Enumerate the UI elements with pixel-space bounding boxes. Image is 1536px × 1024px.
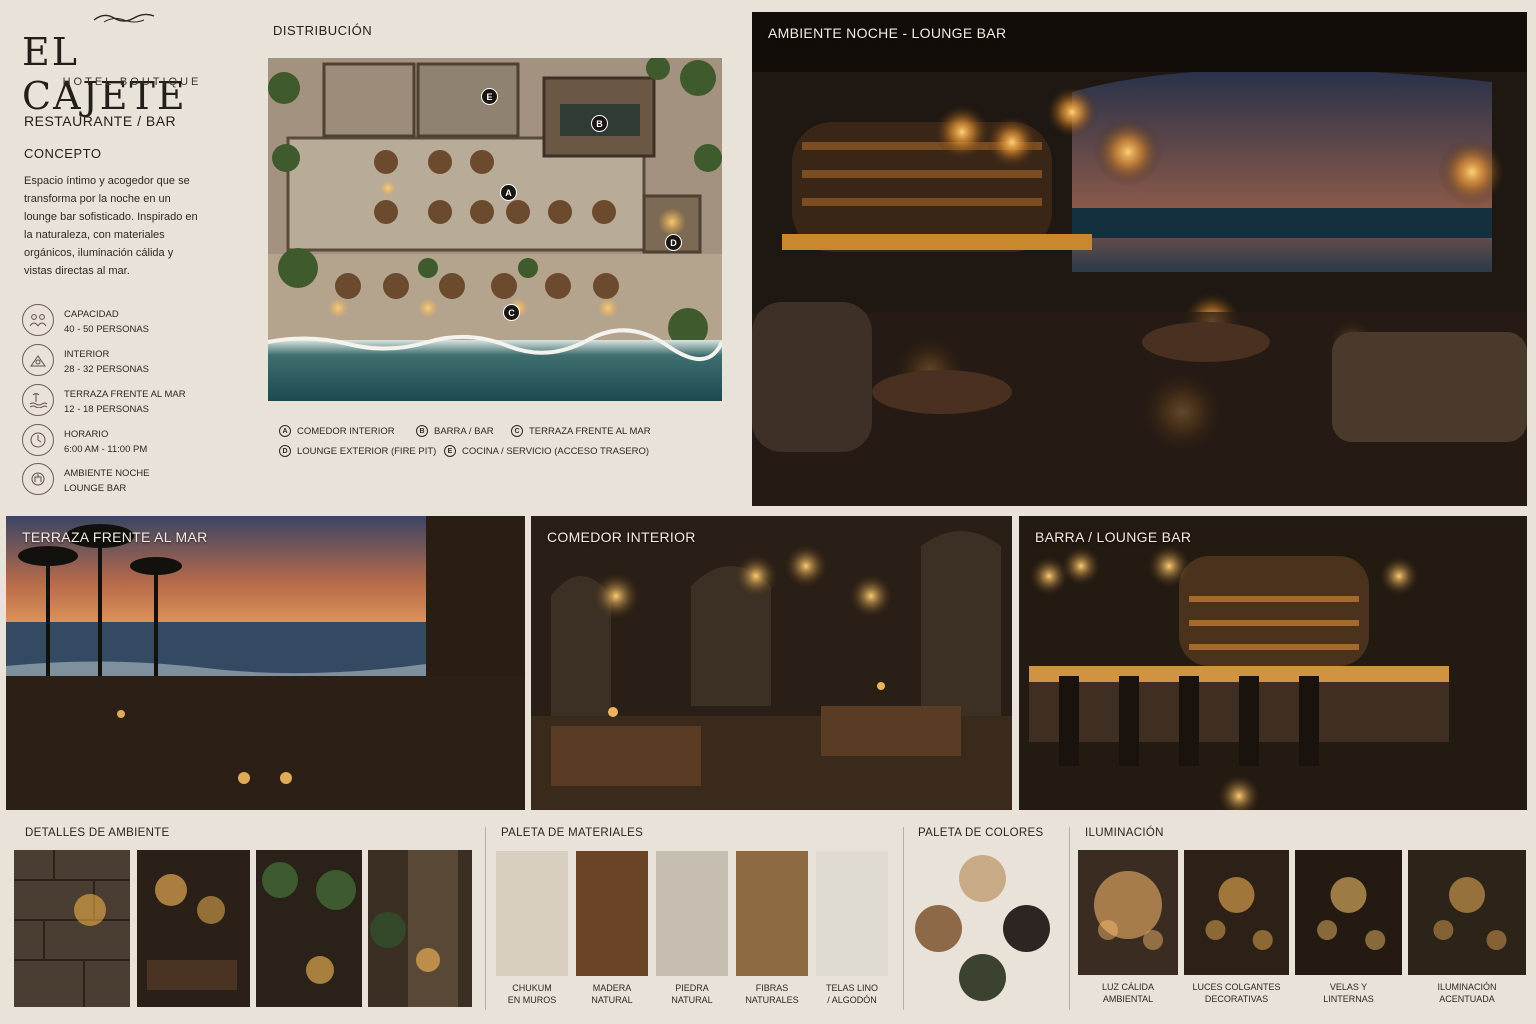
brand-name: EL CAJETE bbox=[22, 30, 187, 118]
spec-label: CAPACIDAD bbox=[64, 309, 119, 320]
materials-title: PALETA DE MATERIALES bbox=[501, 827, 644, 839]
legend-item-b: B BARRA / BAR bbox=[416, 425, 494, 437]
material-swatch bbox=[816, 851, 888, 976]
plan-marker-d: D bbox=[665, 234, 682, 251]
spec-label: INTERIOR bbox=[64, 349, 110, 360]
color-swatch bbox=[959, 954, 1006, 1001]
materials-list: CHUKUM EN MUROS MADERA NATURAL PIEDRA NATURAL… bbox=[496, 851, 888, 1011]
details-title: DETALLES DE AMBIENTE bbox=[25, 827, 170, 839]
photo-caption: TERRAZA FRENTE AL MAR bbox=[22, 529, 208, 545]
plan-legend: A COMEDOR INTERIOR B BARRA / BAR C TERRAZA … bbox=[279, 425, 719, 461]
photo-bar: BARRA / LOUNGE BAR bbox=[1019, 516, 1527, 810]
spec-value: 40 - 50 PERSONAS bbox=[64, 324, 150, 335]
color-swatch bbox=[959, 855, 1006, 902]
lighting-thumb bbox=[1184, 850, 1289, 975]
lighting-label: VELAS Y LINTERNAS bbox=[1323, 982, 1374, 1004]
spec-hours: HORARIO 6:00 AM - 11:00 PM bbox=[22, 424, 222, 456]
lighting-thumb bbox=[1408, 850, 1526, 975]
detail-thumb bbox=[137, 850, 250, 1007]
spec-interior: INTERIOR 28 - 32 PERSONAS bbox=[22, 344, 222, 376]
lighting-label: LUCES COLGANTES DECORATIVAS bbox=[1192, 982, 1281, 1004]
divider bbox=[903, 827, 904, 1010]
detail-thumb bbox=[14, 850, 130, 1007]
color-palette bbox=[912, 850, 1058, 1002]
logo-waves-icon bbox=[93, 13, 155, 23]
spec-value: 28 - 32 PERSONAS bbox=[64, 364, 150, 375]
color-swatch bbox=[915, 905, 962, 952]
plan-title: DISTRIBUCIÓN bbox=[273, 23, 373, 38]
detail-thumb bbox=[256, 850, 362, 1007]
spec-value: LOUNGE BAR bbox=[64, 483, 127, 494]
divider bbox=[1069, 827, 1070, 1010]
detail-thumb bbox=[368, 850, 472, 1007]
color-swatch bbox=[1003, 905, 1050, 952]
material-swatch bbox=[576, 851, 648, 976]
spec-label: AMBIENTE NOCHE bbox=[64, 468, 150, 479]
material-swatch bbox=[656, 851, 728, 976]
material-label: PIEDRA NATURAL bbox=[671, 983, 713, 1005]
brand-tagline: HOTEL BOUTIQUE bbox=[62, 76, 202, 88]
divider bbox=[485, 827, 486, 1010]
lighting-thumb bbox=[1078, 850, 1178, 975]
lighting-thumb bbox=[1295, 850, 1402, 975]
lighting-label: LUZ CÁLIDA AMBIENTAL bbox=[1101, 982, 1154, 1004]
photo-caption: COMEDOR INTERIOR bbox=[547, 529, 696, 545]
spec-night: AMBIENTE NOCHE LOUNGE BAR bbox=[22, 463, 222, 495]
colors-title: PALETA DE COLORES bbox=[918, 827, 1044, 839]
material-label: TELAS LINO / ALGODÓN bbox=[825, 983, 879, 1005]
photo-dining: COMEDOR INTERIOR bbox=[531, 516, 1012, 810]
spec-label: HORARIO bbox=[64, 429, 109, 440]
material-label: FIBRAS NATURALES bbox=[745, 983, 799, 1005]
spec-capacity: CAPACIDAD 40 - 50 PERSONAS bbox=[22, 304, 222, 336]
plan-marker-b: B bbox=[591, 115, 608, 132]
sea-terrace-icon bbox=[22, 384, 54, 416]
spec-terrace: TERRAZA FRENTE AL MAR 12 - 18 PERSONAS bbox=[22, 384, 222, 416]
lighting-list: LUZ CÁLIDA AMBIENTAL LUCES COLGANTES DECOR… bbox=[1078, 850, 1526, 1010]
plan-marker-e: E bbox=[481, 88, 498, 105]
concept-text: Espacio íntimo y acogedor que se transfo… bbox=[24, 175, 198, 277]
people-icon bbox=[22, 304, 54, 336]
section-title: RESTAURANTE / BAR bbox=[24, 113, 177, 129]
legend-item-e: E COCINA / SERVICIO (ACCESO TRASERO) bbox=[444, 445, 649, 457]
floor-plan: E B A D C bbox=[268, 58, 722, 401]
spec-value: 6:00 AM - 11:00 PM bbox=[64, 444, 148, 455]
spec-value: 12 - 18 PERSONAS bbox=[64, 404, 150, 415]
material-label: CHUKUM EN MUROS bbox=[507, 983, 557, 1005]
clock-icon bbox=[22, 424, 54, 456]
concept-title: CONCEPTO bbox=[24, 146, 102, 161]
lounge-icon bbox=[22, 463, 54, 495]
material-swatch bbox=[496, 851, 568, 976]
photo-terrace: TERRAZA FRENTE AL MAR bbox=[6, 516, 525, 810]
legend-item-a: A COMEDOR INTERIOR bbox=[279, 425, 395, 437]
plan-marker-a: A bbox=[500, 184, 517, 201]
legend-item-d: D LOUNGE EXTERIOR (FIRE PIT) bbox=[279, 445, 436, 457]
photo-caption: AMBIENTE NOCHE - LOUNGE BAR bbox=[768, 25, 1007, 41]
spec-label: TERRAZA FRENTE AL MAR bbox=[64, 389, 186, 400]
material-swatch bbox=[736, 851, 808, 976]
plan-marker-c: C bbox=[503, 304, 520, 321]
legend-item-c: C TERRAZA FRENTE AL MAR bbox=[511, 425, 651, 437]
interior-icon bbox=[22, 344, 54, 376]
photo-lounge-bar: AMBIENTE NOCHE - LOUNGE BAR bbox=[752, 12, 1527, 506]
lighting-label: ILUMINACIÓN ACENTUADA bbox=[1437, 982, 1497, 1004]
lighting-title: ILUMINACIÓN bbox=[1085, 827, 1164, 839]
photo-caption: BARRA / LOUNGE BAR bbox=[1035, 529, 1192, 545]
material-label: MADERA NATURAL bbox=[591, 983, 633, 1005]
